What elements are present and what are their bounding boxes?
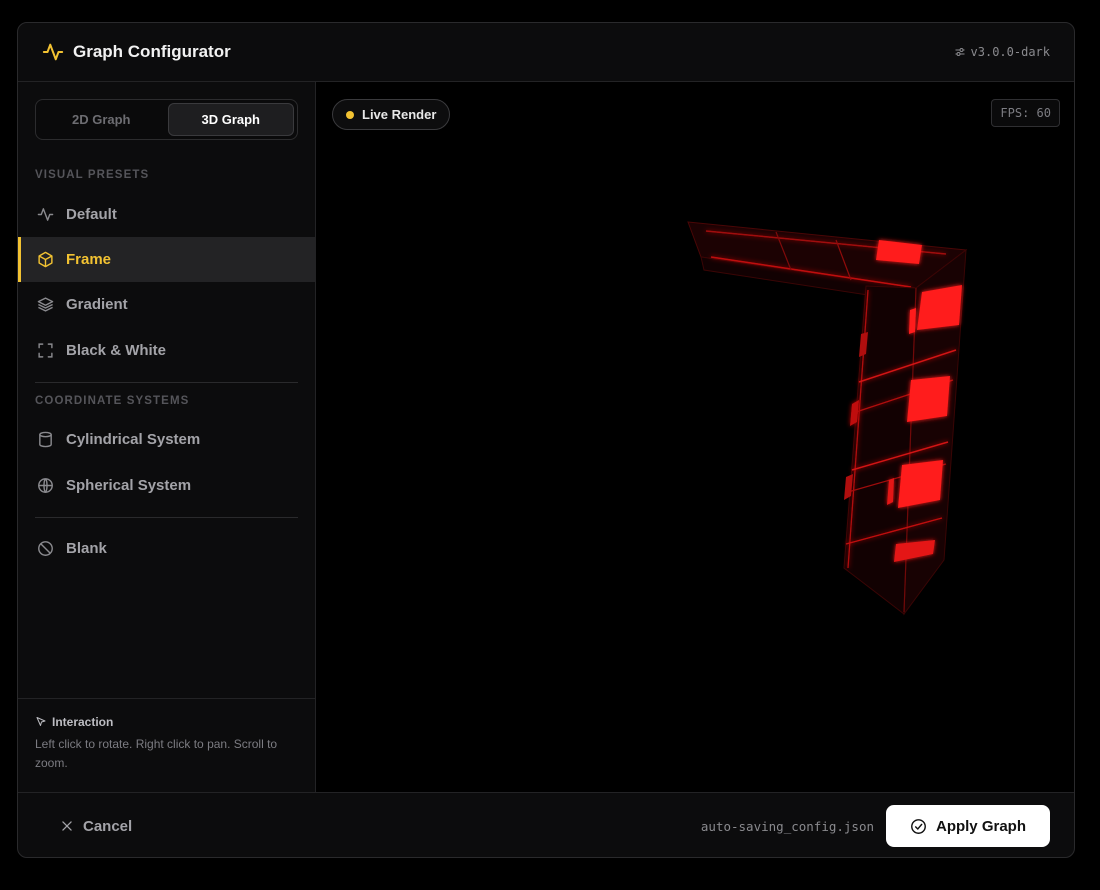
- frame-3d-render[interactable]: [316, 82, 1075, 792]
- hint-title: Interaction: [35, 715, 298, 729]
- check-circle-icon: [911, 818, 926, 834]
- hint-text: Left click to rotate. Right click to pan…: [35, 737, 278, 770]
- mode-3d-button[interactable]: 3D Graph: [167, 103, 294, 136]
- fps-counter: FPS: 60: [991, 99, 1060, 127]
- mode-2d-button[interactable]: 2D Graph: [39, 103, 164, 136]
- divider: [35, 382, 298, 383]
- app-title: Graph Configurator: [73, 42, 231, 61]
- coord-label: Spherical System: [66, 477, 192, 494]
- preset-gradient[interactable]: Gradient: [18, 282, 315, 327]
- activity-icon: [37, 208, 54, 221]
- live-render-label: Live Render: [362, 107, 437, 122]
- sidebar: 2D Graph 3D Graph VISUAL PRESETS Default…: [18, 82, 316, 792]
- interaction-hint: Interaction Left click to rotate. Right …: [18, 698, 315, 792]
- ban-icon: [38, 541, 53, 556]
- preset-label: Default: [66, 206, 117, 223]
- preset-label: Gradient: [66, 296, 128, 313]
- hint-title-text: Interaction: [52, 715, 114, 729]
- configurator-window: Graph Configurator v3.0.0-dark 2D Graph …: [17, 22, 1075, 858]
- cancel-label: Cancel: [83, 817, 133, 835]
- cursor-icon: [36, 717, 46, 726]
- version-text: v3.0.0-dark: [970, 45, 1050, 59]
- cancel-button[interactable]: Cancel: [60, 818, 132, 835]
- preset-label: Black & White: [66, 342, 167, 359]
- activity-icon: [42, 41, 64, 63]
- live-render-badge: Live Render: [332, 99, 451, 130]
- close-icon: [62, 821, 72, 831]
- mode-toggle: 2D Graph 3D Graph: [35, 99, 298, 140]
- coord-spherical[interactable]: Spherical System: [18, 463, 315, 508]
- preset-black-white[interactable]: Black & White: [18, 328, 315, 373]
- divider: [35, 517, 298, 518]
- status-dot: [346, 110, 354, 119]
- visual-presets-label: VISUAL PRESETS: [35, 169, 150, 181]
- version-label: v3.0.0-dark: [954, 45, 1050, 59]
- sliders-icon: [955, 48, 965, 56]
- render-viewport[interactable]: Live Render FPS: 60: [316, 82, 1075, 792]
- preset-blank[interactable]: Blank: [18, 526, 315, 571]
- cylinder-icon: [39, 431, 52, 448]
- coord-label: Cylindrical System: [66, 431, 201, 448]
- coordinate-systems-label: COORDINATE SYSTEMS: [35, 395, 190, 407]
- preset-frame[interactable]: Frame: [18, 237, 315, 282]
- scan-icon: [38, 343, 53, 358]
- preset-label: Frame: [66, 251, 112, 268]
- autosave-filename: auto-saving_config.json: [700, 818, 874, 834]
- footer-bar: Cancel auto-saving_config.json Apply Gra…: [18, 792, 1074, 857]
- title-bar: Graph Configurator v3.0.0-dark: [18, 23, 1074, 82]
- blank-label: Blank: [66, 540, 107, 557]
- layers-icon: [37, 297, 54, 312]
- apply-label: Apply Graph: [935, 817, 1026, 835]
- coord-cylindrical[interactable]: Cylindrical System: [18, 417, 315, 462]
- box-icon: [38, 251, 53, 268]
- globe-icon: [38, 478, 53, 493]
- apply-graph-button[interactable]: Apply Graph: [886, 805, 1050, 847]
- preset-default[interactable]: Default: [18, 192, 315, 237]
